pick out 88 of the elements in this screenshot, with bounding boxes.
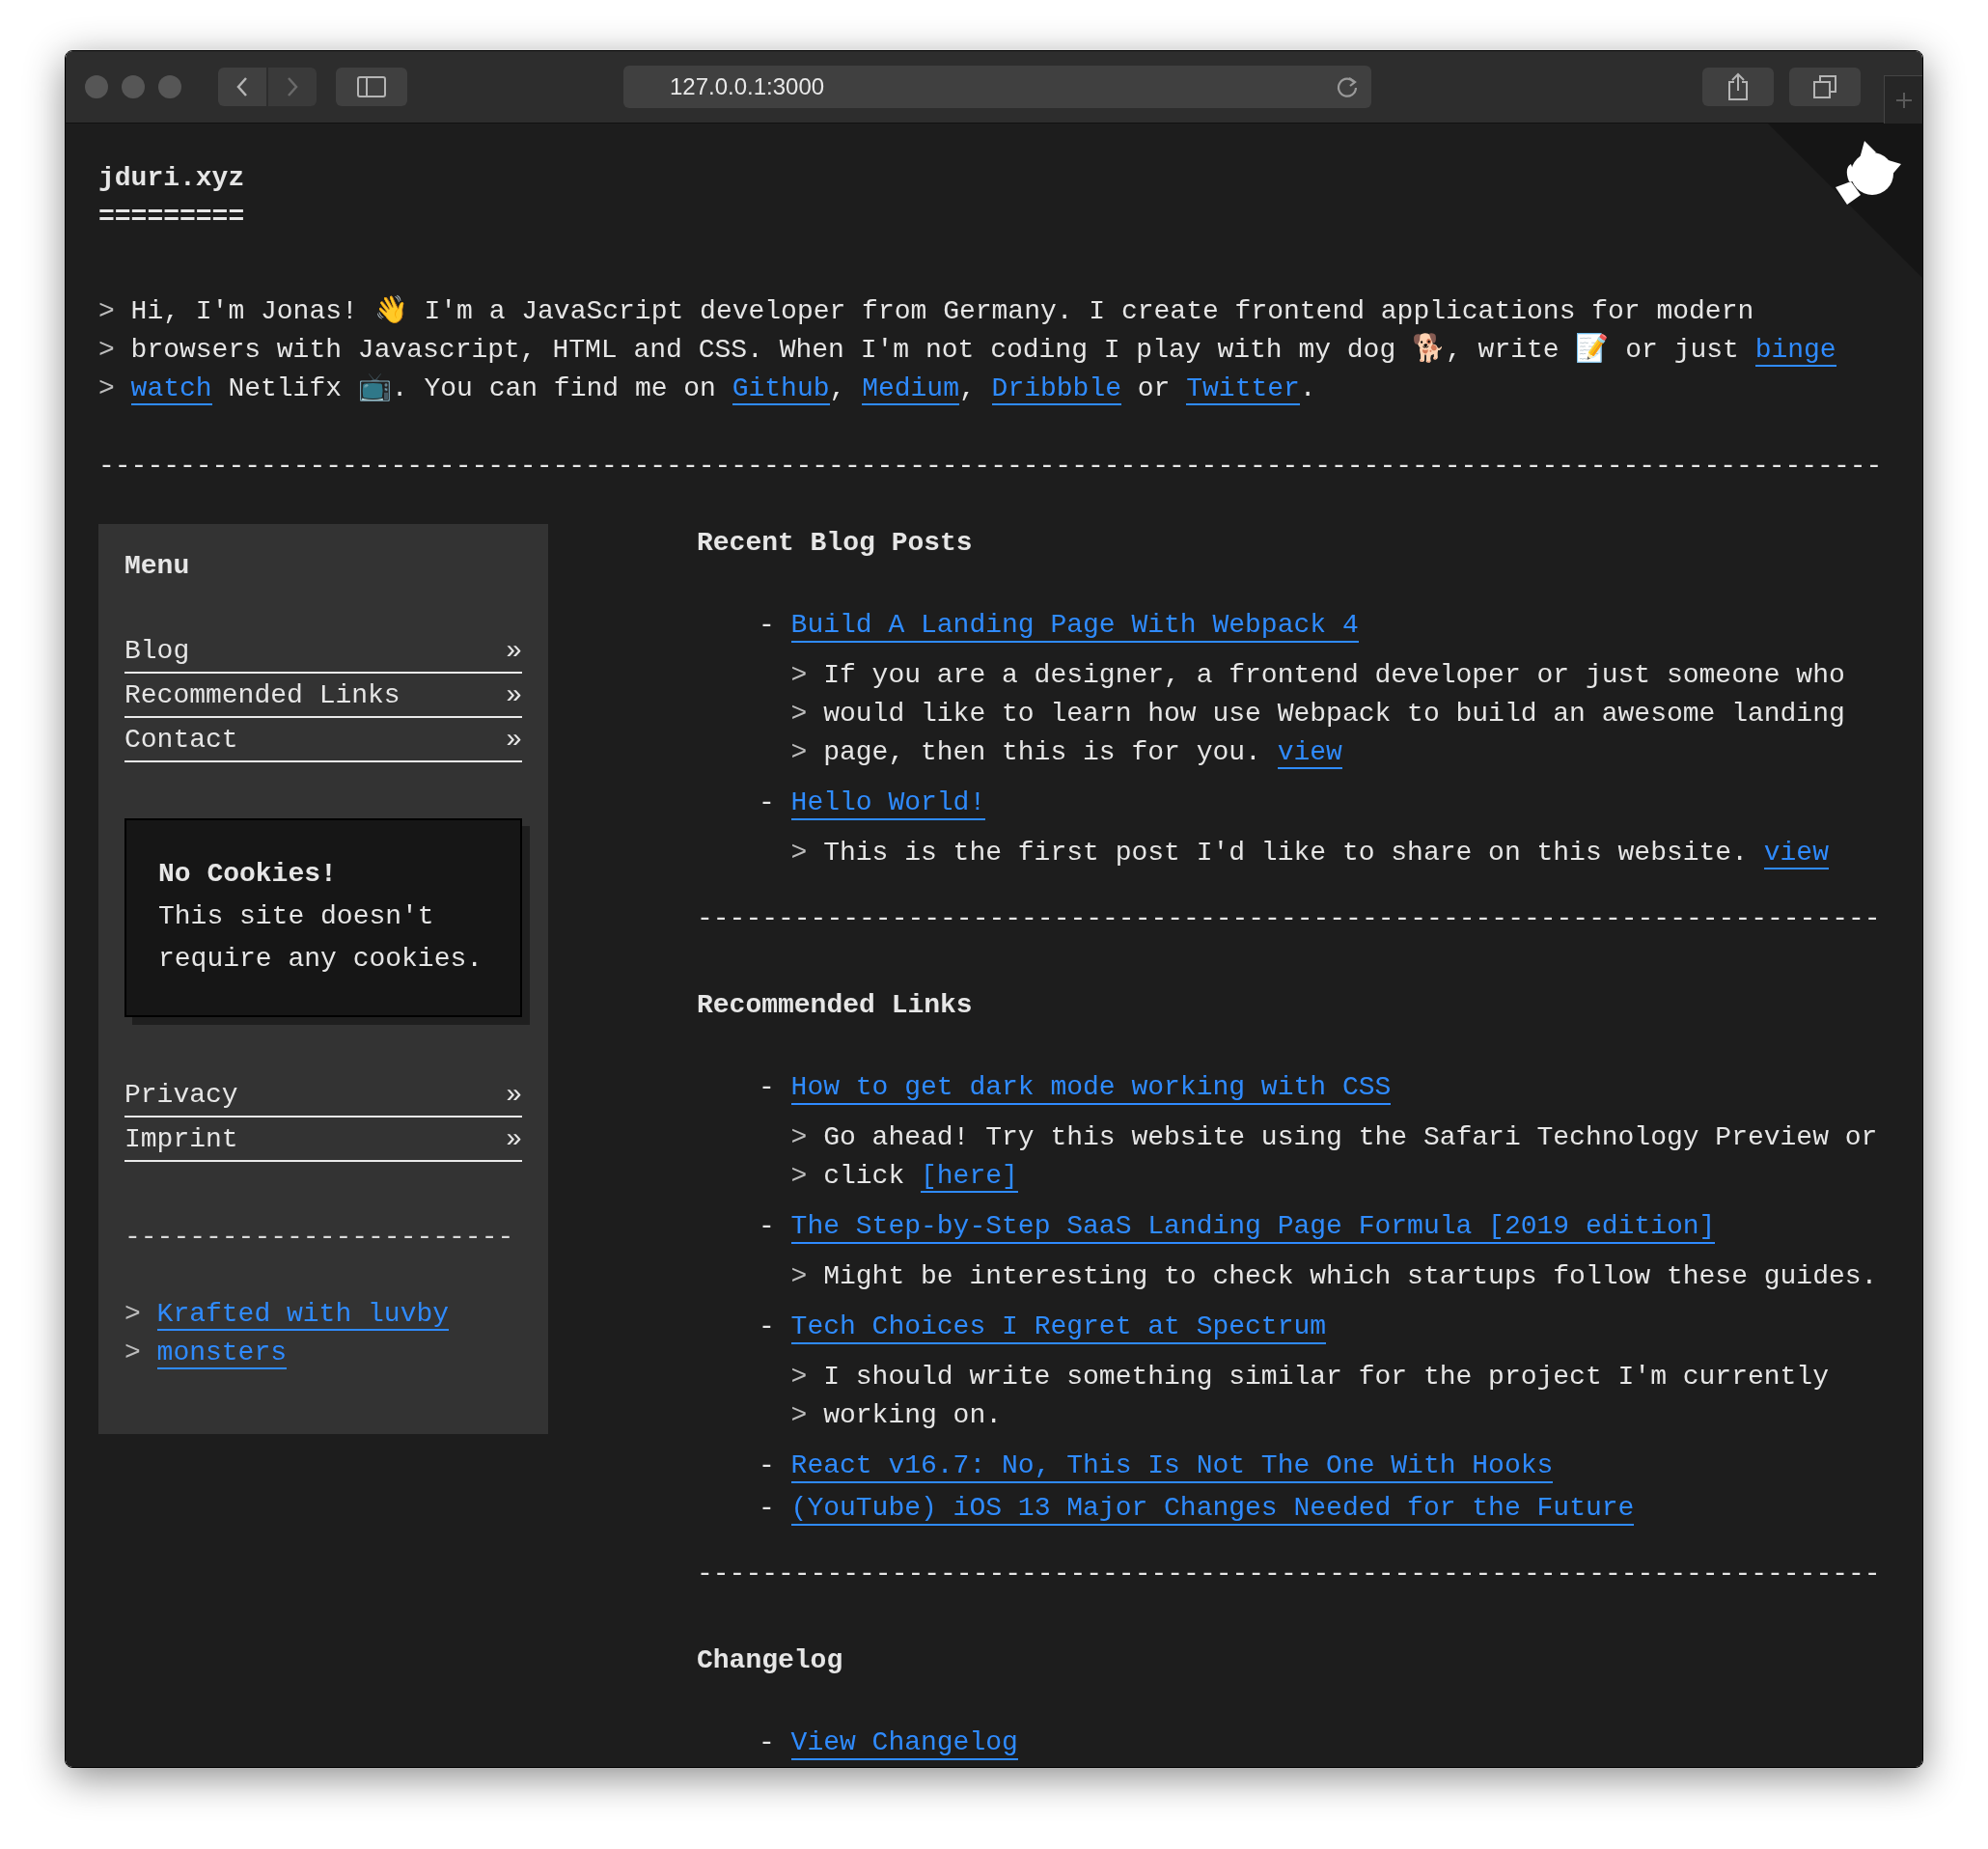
description-text: page, then this is for you. view — [823, 736, 1342, 771]
address-bar[interactable]: 127.0.0.1:3000 — [623, 66, 1371, 108]
plus-icon — [1893, 90, 1914, 110]
description-text: Might be interesting to check which startups follow these guides. — [823, 1260, 1878, 1293]
text-link[interactable]: Twitter — [1186, 373, 1300, 405]
section-heading: Changelog — [697, 1644, 844, 1677]
text-link[interactable]: binge — [1754, 335, 1836, 367]
share-button[interactable] — [1702, 68, 1774, 106]
quote-marker: > — [790, 1160, 809, 1193]
description-text: Go ahead! Try this website using the Safari Technology Preview or — [823, 1121, 1878, 1154]
description-text: working on. — [823, 1399, 1003, 1432]
quote-marker: > — [98, 373, 116, 405]
notice-title: No Cookies! — [158, 858, 338, 891]
post-link[interactable]: Build A Landing Page With Webpack 4 — [790, 606, 1359, 643]
new-tab-button[interactable] — [1884, 75, 1922, 124]
post-link[interactable]: React v16.7: No, This Is Not The One With Hooks — [790, 1447, 1554, 1483]
description-text: would like to learn how use Webpack to build an awesome landing — [823, 698, 1845, 731]
quote-marker: > — [790, 837, 809, 869]
cat-icon-corner[interactable] — [1768, 124, 1922, 278]
site-title[interactable]: jduri.xyz — [98, 159, 245, 198]
description-text: If you are a designer, a frontend developer or just someone who — [823, 659, 1845, 692]
intro-text: Hi, I'm Jonas! 👋 I'm a JavaScript developer from Germany. I create frontend applications for modern — [130, 294, 1754, 328]
list-dash: - — [759, 609, 776, 642]
list-dash: - — [759, 1449, 776, 1482]
post-link[interactable]: (YouTube) iOS 13 Major Changes Needed for the Future — [790, 1489, 1635, 1526]
title-underline: ========= — [98, 201, 245, 234]
quote-marker: > — [790, 1260, 809, 1293]
section-heading: Recent Blog Posts — [697, 527, 974, 560]
text-link[interactable]: view — [1277, 737, 1342, 769]
chevron-right-icon — [285, 75, 300, 98]
forward-button[interactable] — [268, 68, 317, 106]
post-link[interactable]: The Step-by-Step SaaS Landing Page Formula [2019 edition] — [790, 1207, 1716, 1244]
sidebar-toggle-button[interactable] — [336, 68, 407, 106]
description-text: click [here] — [823, 1160, 1018, 1195]
dashed-divider: ------------------------------------------------------------------------- — [697, 902, 1882, 935]
text-link[interactable]: monsters — [156, 1338, 287, 1369]
menu-heading: Menu — [124, 550, 191, 583]
text-link[interactable]: Krafted with luvby — [156, 1299, 450, 1331]
text-link[interactable]: Github — [732, 373, 830, 405]
list-dash: - — [759, 1726, 776, 1759]
list-dash: - — [759, 1071, 776, 1104]
quote-marker: > — [98, 295, 116, 328]
quote-marker: > — [790, 1399, 809, 1432]
list-dash: - — [759, 1492, 776, 1525]
intro-text: browsers with Javascript, HTML and CSS. When I'm not coding I play with my dog 🐕, write 📝 or just binge — [130, 332, 1836, 369]
minimize-window-button[interactable] — [122, 75, 145, 98]
description-text: This is the first post I'd like to share on this website. view — [823, 837, 1829, 871]
quote-marker: > — [124, 1337, 142, 1369]
menu-item[interactable]: Blog » — [124, 629, 522, 674]
share-icon — [1726, 72, 1750, 101]
list-dash: - — [759, 1311, 776, 1343]
list-dash: - — [759, 1210, 776, 1243]
text-link[interactable]: watch — [130, 373, 212, 405]
menu-item[interactable]: Privacy » — [124, 1073, 522, 1118]
text-link[interactable]: Dribbble — [991, 373, 1121, 405]
back-button[interactable] — [218, 68, 266, 106]
quote-marker: > — [790, 736, 809, 769]
post-link[interactable]: How to get dark mode working with CSS — [790, 1068, 1392, 1105]
dashed-divider: ------------------------ — [124, 1221, 515, 1254]
tabs-button[interactable] — [1789, 68, 1861, 106]
notice-text: This site doesn't require any cookies. — [158, 900, 484, 976]
menu-item[interactable]: Contact » — [124, 718, 522, 762]
quote-marker: > — [124, 1298, 142, 1331]
section-heading: Recommended Links — [697, 989, 974, 1022]
text-link[interactable]: view — [1763, 838, 1829, 869]
quote-marker: > — [790, 659, 809, 692]
chevron-left-icon — [235, 75, 250, 98]
sidebar-icon — [357, 76, 386, 97]
dashed-divider: ------------------------------------------------------------------------- — [697, 1558, 1882, 1590]
reload-icon[interactable] — [1335, 74, 1360, 99]
url-text: 127.0.0.1:3000 — [670, 72, 825, 101]
quote-marker: > — [790, 1121, 809, 1154]
quote-marker: > — [790, 1361, 809, 1394]
menu-item[interactable]: Imprint » — [124, 1118, 522, 1162]
close-window-button[interactable] — [85, 75, 108, 98]
description-text: I should write something similar for the project I'm currently — [823, 1361, 1829, 1394]
zoom-window-button[interactable] — [158, 75, 181, 98]
post-link[interactable]: Tech Choices I Regret at Spectrum — [790, 1308, 1327, 1344]
post-link[interactable]: View Changelog — [790, 1724, 1018, 1760]
list-dash: - — [759, 787, 776, 819]
text-link[interactable]: [here] — [921, 1161, 1018, 1193]
dashed-divider: -------------------------------------------------------------------------------------------------------------- — [98, 450, 1884, 483]
tabs-icon — [1812, 74, 1837, 99]
post-link[interactable]: Hello World! — [790, 784, 986, 820]
text-link[interactable]: Medium — [862, 373, 959, 405]
quote-marker: > — [98, 334, 116, 367]
quote-marker: > — [790, 698, 809, 731]
menu-item[interactable]: Recommended Links » — [124, 674, 522, 718]
